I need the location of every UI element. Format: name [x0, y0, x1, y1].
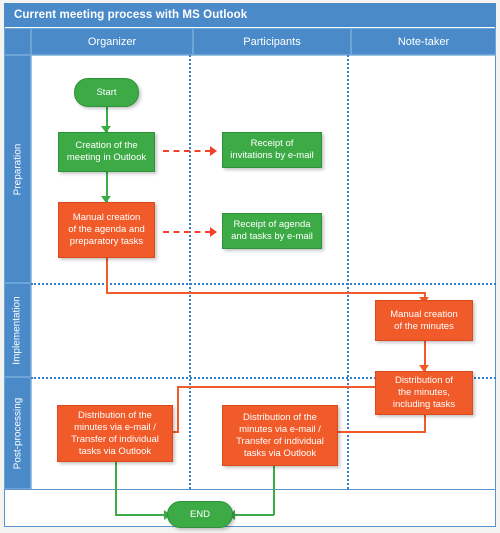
node-receipt-invitations[interactable]: Receipt of invitations by e-mail: [222, 132, 322, 168]
lane-label-preparation: Preparation: [4, 55, 31, 283]
connector-participants-to-end-across: [233, 514, 274, 516]
connector-organizer-to-end-down: [115, 462, 117, 515]
connector-create-to-invitations: [163, 150, 211, 152]
lane-label-preparation-text: Preparation: [12, 143, 24, 195]
node-start[interactable]: Start: [74, 78, 139, 107]
diagram-title-bar: Current meeting process with MS Outlook: [4, 3, 496, 27]
diagram-title: Current meeting process with MS Outlook: [14, 9, 248, 21]
column-header-corner: [4, 28, 31, 55]
connector-agenda-down: [106, 258, 108, 293]
node-manual-minutes[interactable]: Manual creation of the minutes: [375, 300, 473, 341]
node-create-meeting[interactable]: Creation of the meeting in Outlook: [58, 132, 155, 172]
connector-agenda-across: [106, 292, 425, 294]
node-end[interactable]: END: [167, 501, 233, 528]
column-separator-organizer-participants: [189, 55, 191, 489]
column-header-row: Organizer Participants Note-taker: [4, 28, 496, 55]
diagram-canvas: Current meeting process with MS Outlook …: [0, 0, 500, 533]
column-separator-participants-notetaker: [347, 55, 349, 489]
connector-agenda-to-receipt: [163, 231, 211, 233]
column-header-organizer: Organizer: [31, 28, 193, 55]
connector-organizer-to-end-across: [115, 514, 166, 516]
arrow-agenda-to-receipt: [210, 227, 217, 237]
lane-body-end-strip: [4, 489, 496, 527]
node-distribution-participants[interactable]: Distribution of the minutes via e-mail / T…: [222, 405, 338, 466]
lane-label-post-processing: Post-processing: [4, 377, 31, 489]
node-distribution-organizer[interactable]: Distribution of the minutes via e-mail / T…: [57, 405, 173, 462]
node-distribute-minutes[interactable]: Distribution of the minutes, including tas…: [375, 371, 473, 415]
arrow-create-to-invitations: [210, 146, 217, 156]
lane-label-post-processing-text: Post-processing: [12, 397, 24, 469]
column-header-participants: Participants: [193, 28, 351, 55]
node-receipt-agenda[interactable]: Receipt of agenda and tasks by e-mail: [222, 213, 322, 249]
lane-label-implementation: Implementation: [4, 283, 31, 377]
lane-separator-prep-impl: [31, 283, 496, 285]
connector-distribution-to-participants-across: [336, 431, 426, 433]
lane-label-implementation-text: Implementation: [12, 295, 23, 365]
connector-distribution-to-organizer-across: [177, 386, 375, 388]
column-header-note-taker: Note-taker: [351, 28, 496, 55]
node-manual-agenda[interactable]: Manual creation of the agenda and preparat…: [58, 202, 155, 258]
connector-distribution-to-organizer-down: [177, 386, 179, 432]
connector-participants-to-end-down: [273, 466, 275, 515]
